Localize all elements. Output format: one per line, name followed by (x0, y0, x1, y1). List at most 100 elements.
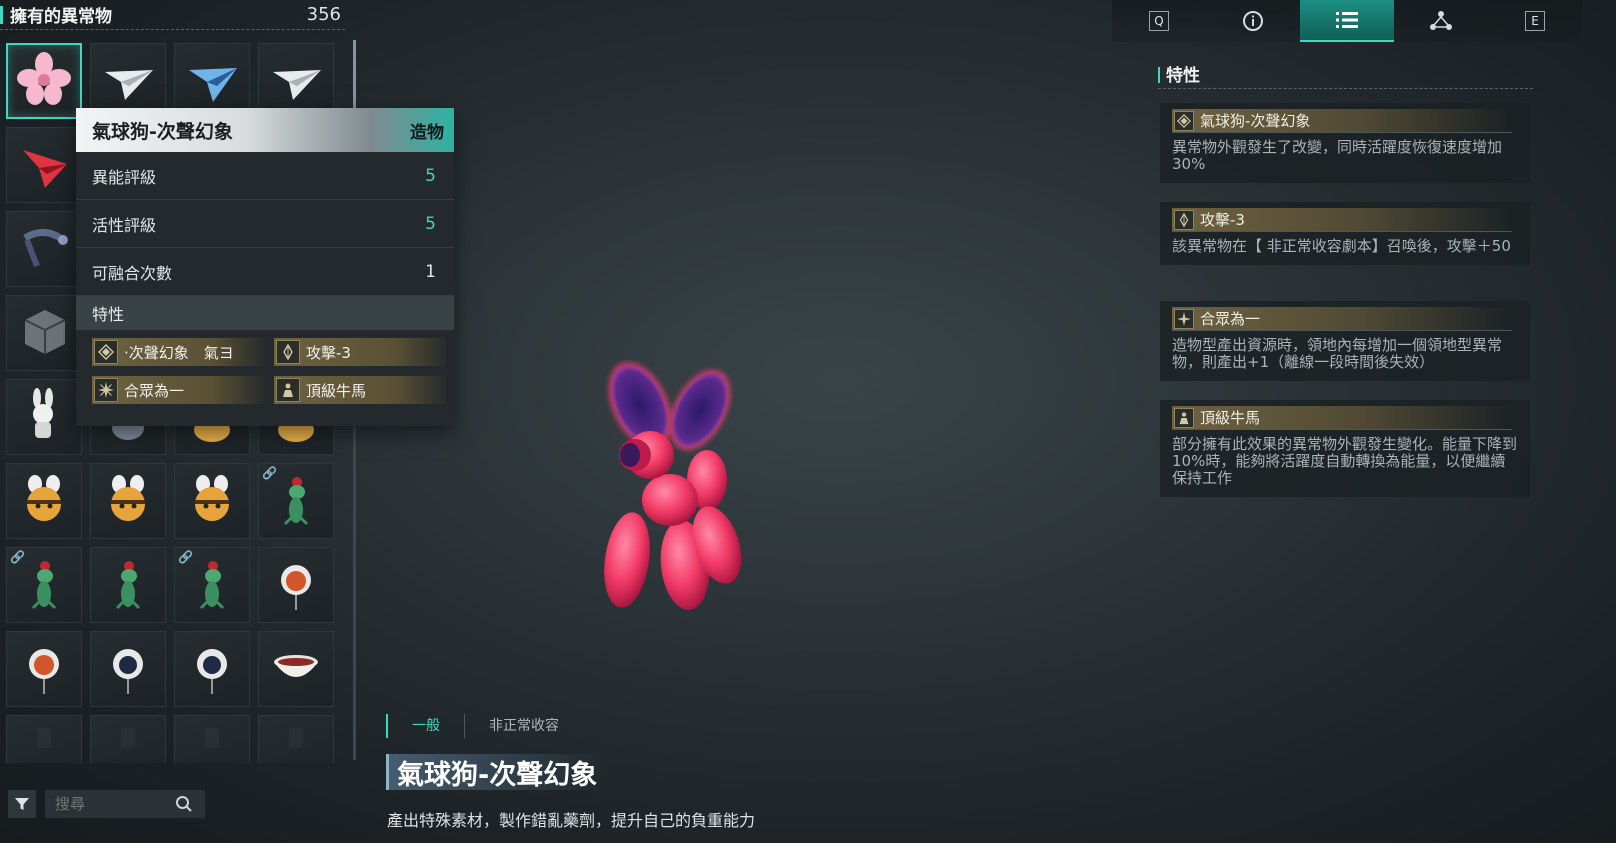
row-value: 5 (425, 165, 436, 186)
trait-chip[interactable]: 攻擊-3 (274, 338, 446, 366)
inventory-slot[interactable] (258, 715, 334, 763)
inventory-title: 擁有的異常物 (10, 7, 112, 27)
inventory-slot[interactable]: 🔗 (258, 463, 334, 539)
faded-icon (15, 722, 73, 763)
key-e: E (1525, 11, 1545, 31)
item-description: 產出特殊素材，製作錯亂藥劑，提升自己的負重能力 (387, 811, 756, 830)
inventory-count: 356 (306, 4, 341, 25)
search-input[interactable] (55, 795, 165, 813)
inventory-slot[interactable] (6, 43, 82, 119)
inventory-slot[interactable] (90, 631, 166, 707)
balloon-dog-model (604, 361, 742, 610)
trait-card-header: 頂級牛馬 (1172, 406, 1512, 430)
round-robot-white-icon (99, 638, 157, 700)
round-robot-white-icon (183, 638, 241, 700)
star-burst-icon (1174, 308, 1194, 329)
trait-chip-label: 合眾為一 (124, 381, 185, 400)
tab-next-key[interactable]: E (1488, 0, 1582, 42)
pink-flower-icon (15, 50, 73, 112)
link-icon: 🔗 (178, 550, 193, 564)
trait-card-description: 異常物外觀發生了改變，同時活躍度恢復速度增加30% (1172, 138, 1503, 173)
round-robot-red-icon (267, 554, 325, 616)
tab-prev-key[interactable]: Q (1112, 0, 1206, 42)
bowl-icon (267, 638, 325, 700)
inventory-slot[interactable] (6, 631, 82, 707)
inventory-slot[interactable] (6, 715, 82, 763)
row-value: 5 (425, 213, 436, 234)
trait-chip[interactable]: 頂級牛馬 (274, 376, 446, 404)
trait-card: 頂級牛馬 部分擁有此效果的異常物外觀發生變化。能量下降到10%時，能夠將活躍度自… (1160, 400, 1530, 497)
info-icon (1243, 11, 1263, 31)
row-label: 可融合次數 (92, 263, 173, 283)
trait-detail-panel: 特性 氣球狗-次聲幻象 異常物外觀發生了改變，同時活躍度恢復速度增加30% 攻擊… (1150, 55, 1550, 835)
tooltip-row-fusion-count: 可融合次數 1 (76, 248, 454, 296)
tooltip-type: 造物 (410, 122, 444, 143)
tab-list[interactable] (1300, 0, 1394, 42)
faded-icon (99, 722, 157, 763)
trait-card-name: 頂級牛馬 (1200, 409, 1261, 427)
inventory-slot[interactable] (174, 463, 250, 539)
search-box[interactable] (45, 790, 205, 818)
top-tab-bar: Q E (1112, 0, 1582, 42)
crystal-icon (1174, 209, 1194, 230)
paper-plane-white-icon (99, 50, 157, 112)
trait-card-name: 攻擊-3 (1200, 211, 1245, 229)
worker-icon (1174, 407, 1194, 428)
trait-chip-label: ·次聲幻象 氣ヨ (124, 343, 234, 362)
inventory-header: 擁有的異常物 356 (0, 0, 345, 30)
tab-abnormal-containment[interactable]: 非正常收容 (464, 714, 583, 738)
paper-plane-blue-icon (183, 50, 241, 112)
row-label: 活性評級 (92, 215, 157, 235)
inventory-slot[interactable] (174, 631, 250, 707)
trait-card-description: 該異常物在【 非正常收容劇本】召喚後，攻擊＋50 (1172, 237, 1511, 255)
trait-chip[interactable]: ·次聲幻象 氣ヨ (92, 338, 264, 366)
link-icon: 🔗 (262, 466, 277, 480)
inventory-slot[interactable] (6, 211, 82, 287)
green-lizard-icon (99, 554, 157, 616)
tab-nodes[interactable] (1394, 0, 1488, 42)
mechanical-arm-icon (15, 218, 73, 280)
filter-button[interactable] (8, 790, 36, 818)
trait-card-description: 造物型產出資源時，領地內每增加一個領地型異常物，則產出+1（離線一段時間後失效） (1172, 336, 1503, 371)
inventory-slot[interactable] (6, 463, 82, 539)
tooltip-header: 氣球狗-次聲幻象 造物 (76, 108, 454, 152)
paper-plane-white-icon (267, 50, 325, 112)
paper-plane-red-icon (15, 134, 73, 196)
inventory-slot[interactable] (258, 631, 334, 707)
inventory-slot[interactable] (90, 715, 166, 763)
yellow-bee-icon (183, 470, 241, 532)
diamond-icon (1174, 110, 1194, 131)
tooltip-name: 氣球狗-次聲幻象 (92, 120, 233, 143)
inventory-slot[interactable] (258, 547, 334, 623)
trait-chip-label: 頂級牛馬 (306, 381, 367, 400)
star-burst-icon (94, 378, 118, 402)
trait-card-header: 氣球狗-次聲幻象 (1172, 109, 1512, 133)
trait-chip[interactable]: 合眾為一 (92, 376, 264, 404)
inventory-slot[interactable] (6, 379, 82, 455)
inventory-slot[interactable] (6, 127, 82, 203)
worker-icon (276, 378, 300, 402)
trait-card-name: 合眾為一 (1200, 310, 1261, 328)
faded-icon (267, 722, 325, 763)
inventory-slot[interactable] (90, 463, 166, 539)
tab-general[interactable]: 一般 (386, 714, 464, 738)
list-icon (1336, 12, 1358, 28)
trait-card-header: 攻擊-3 (1172, 208, 1512, 232)
trait-card: 氣球狗-次聲幻象 異常物外觀發生了改變，同時活躍度恢復速度增加30% (1160, 103, 1530, 183)
trait-card-description: 部分擁有此效果的異常物外觀發生變化。能量下降到10%時，能夠將活躍度自動轉換為能… (1172, 435, 1518, 487)
inventory-slot[interactable]: 🔗 (174, 547, 250, 623)
filter-icon (15, 798, 29, 810)
diamond-icon (94, 340, 118, 364)
item-title: 氣球狗-次聲幻象 (386, 754, 608, 791)
inventory-slot[interactable] (174, 715, 250, 763)
inventory-slot[interactable] (90, 547, 166, 623)
search-icon[interactable] (175, 795, 193, 817)
tab-info[interactable] (1206, 0, 1300, 42)
row-label: 異能評級 (92, 167, 157, 187)
nodes-icon (1430, 11, 1452, 30)
white-rabbit-icon (15, 386, 73, 448)
inventory-slot[interactable]: 🔗 (6, 547, 82, 623)
yellow-bee-icon (15, 470, 73, 532)
tooltip-row-ability-rating: 異能評級 5 (76, 152, 454, 200)
inventory-slot[interactable] (6, 295, 82, 371)
